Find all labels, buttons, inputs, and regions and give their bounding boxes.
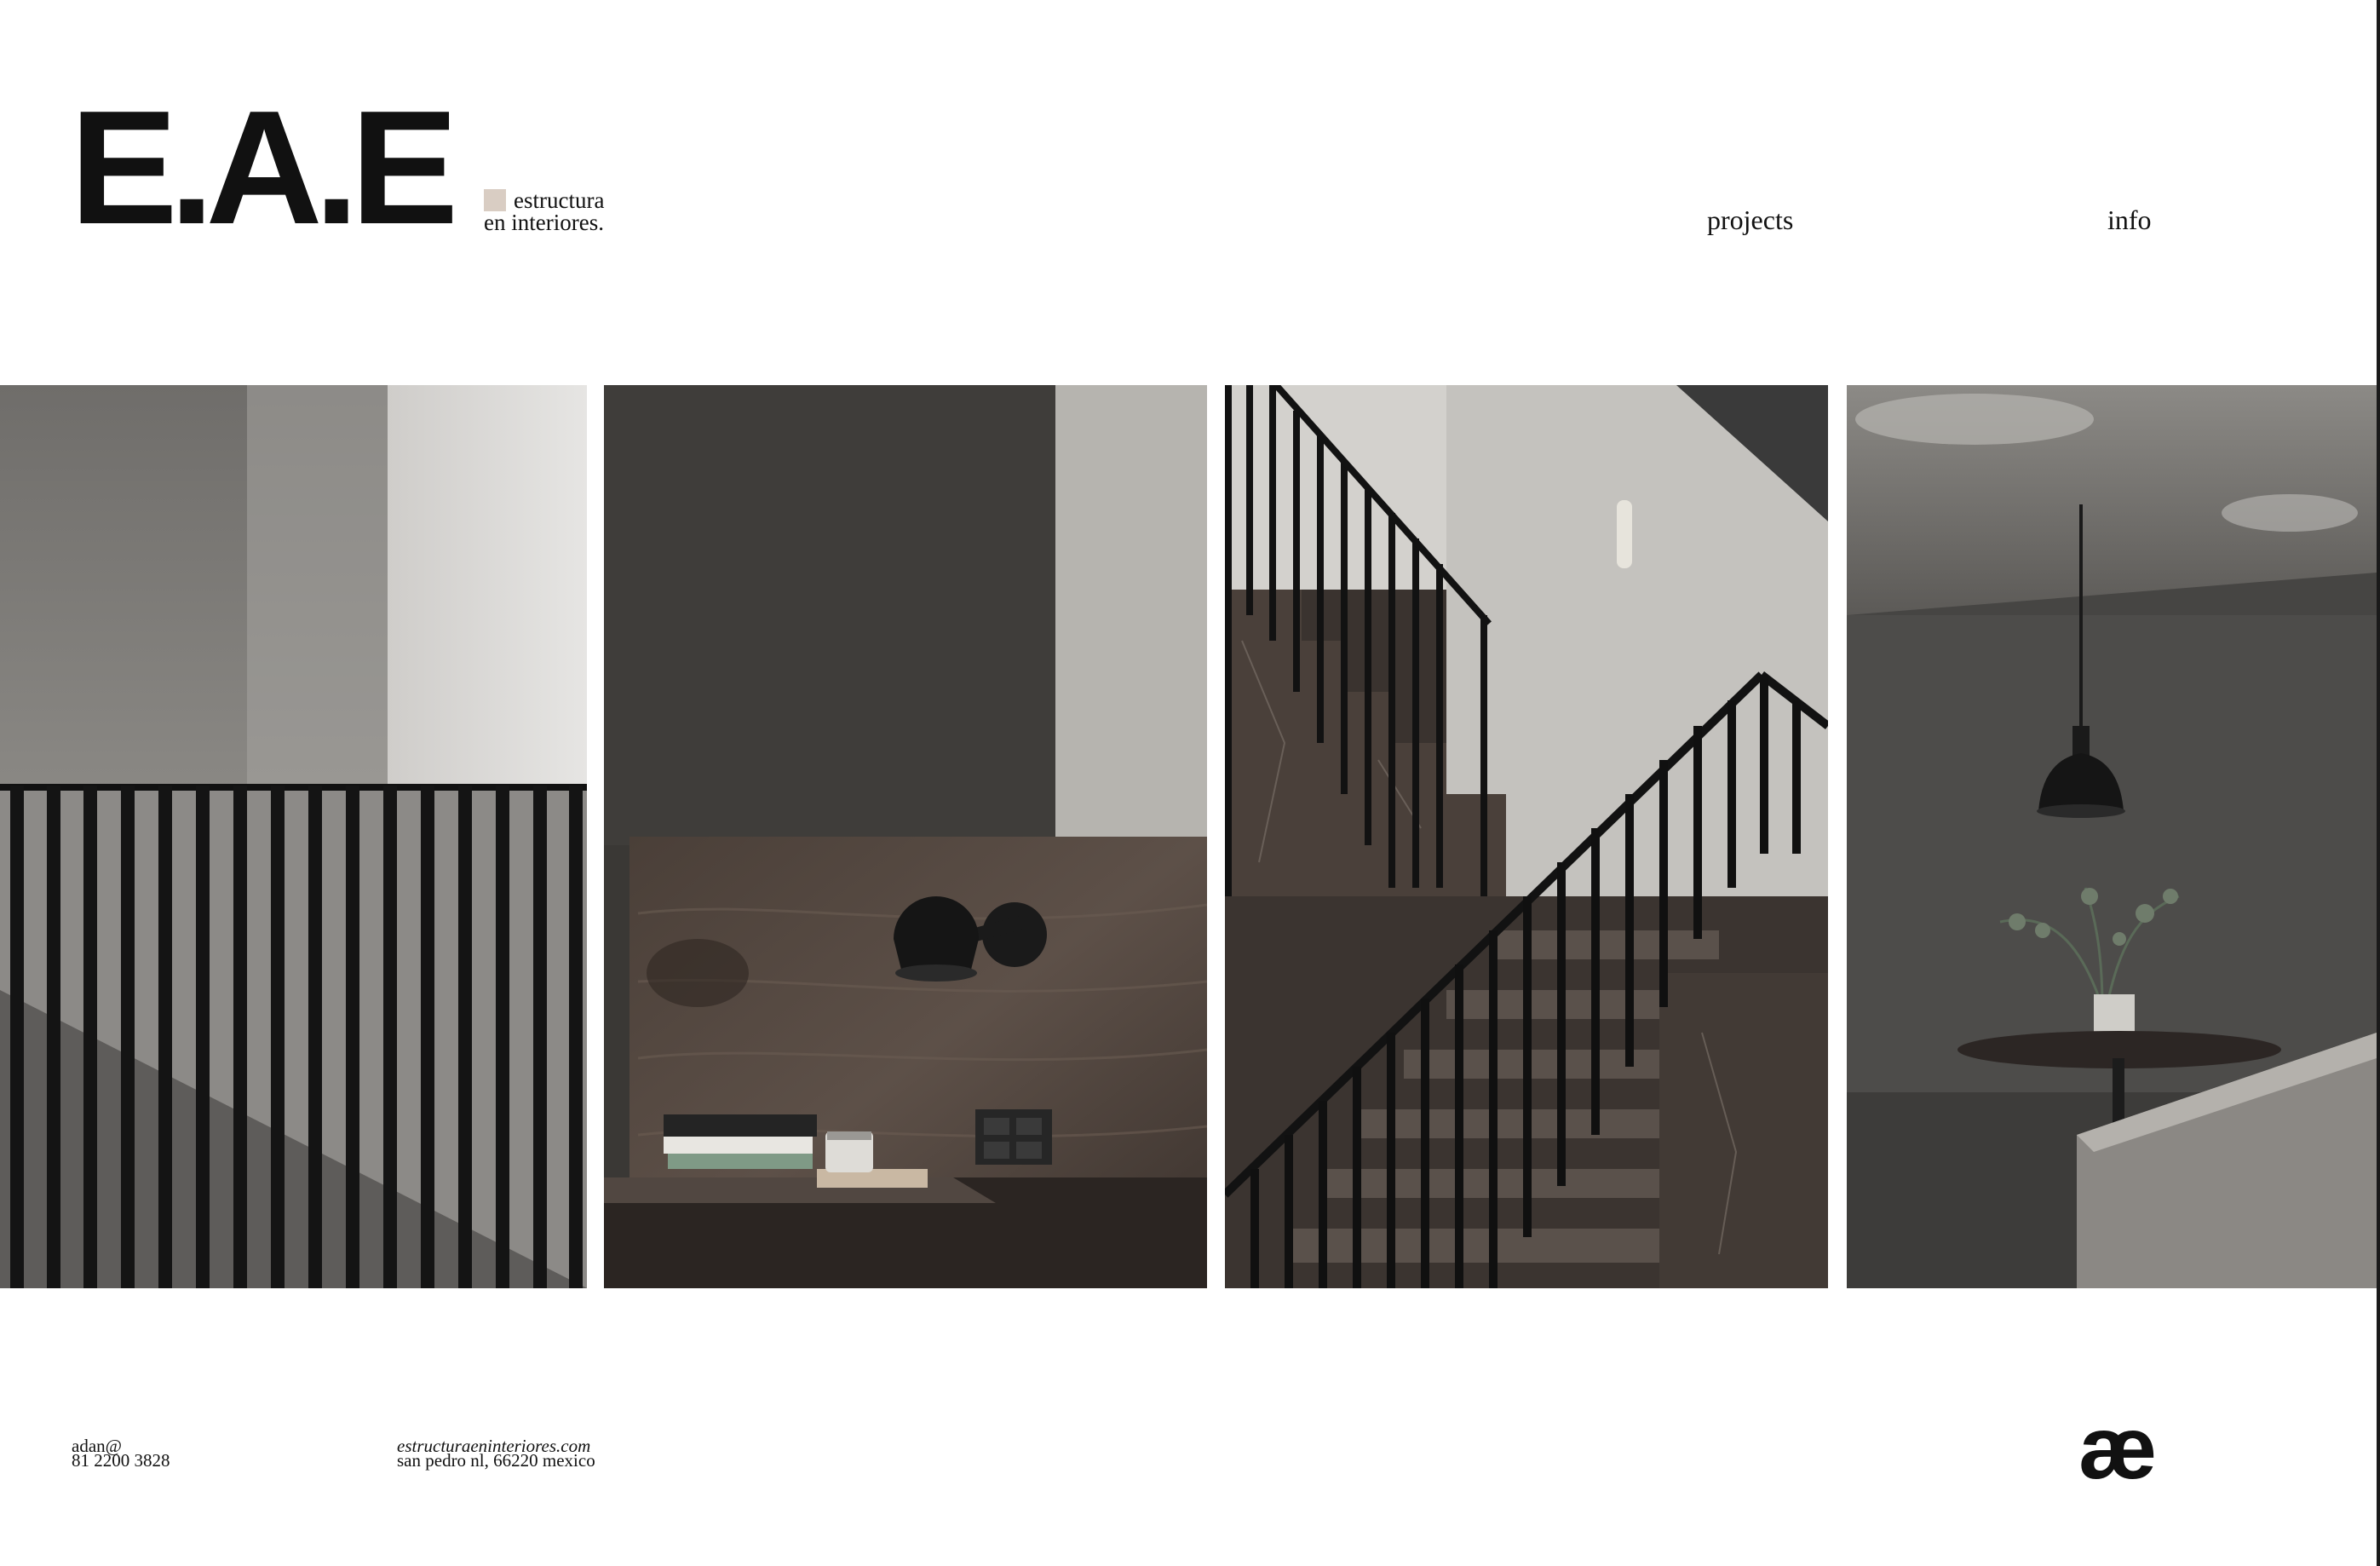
gallery-photo-dining[interactable] [1847, 385, 2377, 1288]
logo-tagline: estructura en interiores. [484, 187, 705, 235]
contact-info: adan@ 81 2200 3828 [72, 1437, 170, 1471]
website-address: estructuraeninteriores.com san pedro nl,… [397, 1437, 595, 1471]
gallery-photo-wall-lamp[interactable] [604, 385, 1207, 1288]
tagline-line-1: estructura [514, 187, 605, 213]
staircase-photo-image [1225, 385, 1828, 1288]
nav-info-link[interactable]: info [2107, 204, 2152, 236]
nav-projects-link[interactable]: projects [1707, 204, 1793, 236]
wall-lamp-photo-image [604, 385, 1207, 1288]
logo-wordmark: E.A.E [70, 78, 458, 258]
phone-number: 81 2200 3828 [72, 1450, 170, 1471]
dining-photo-image [1847, 385, 2377, 1288]
gallery-photo-railing[interactable] [0, 385, 587, 1288]
project-gallery [0, 385, 2380, 1288]
ae-monogram-logo: æ [2078, 1399, 2158, 1498]
railing-photo-image [0, 385, 587, 1288]
tagline-line-2: en interiores. [484, 210, 604, 235]
gallery-photo-staircase[interactable] [1225, 385, 1828, 1288]
postal-address: san pedro nl, 66220 mexico [397, 1450, 595, 1471]
